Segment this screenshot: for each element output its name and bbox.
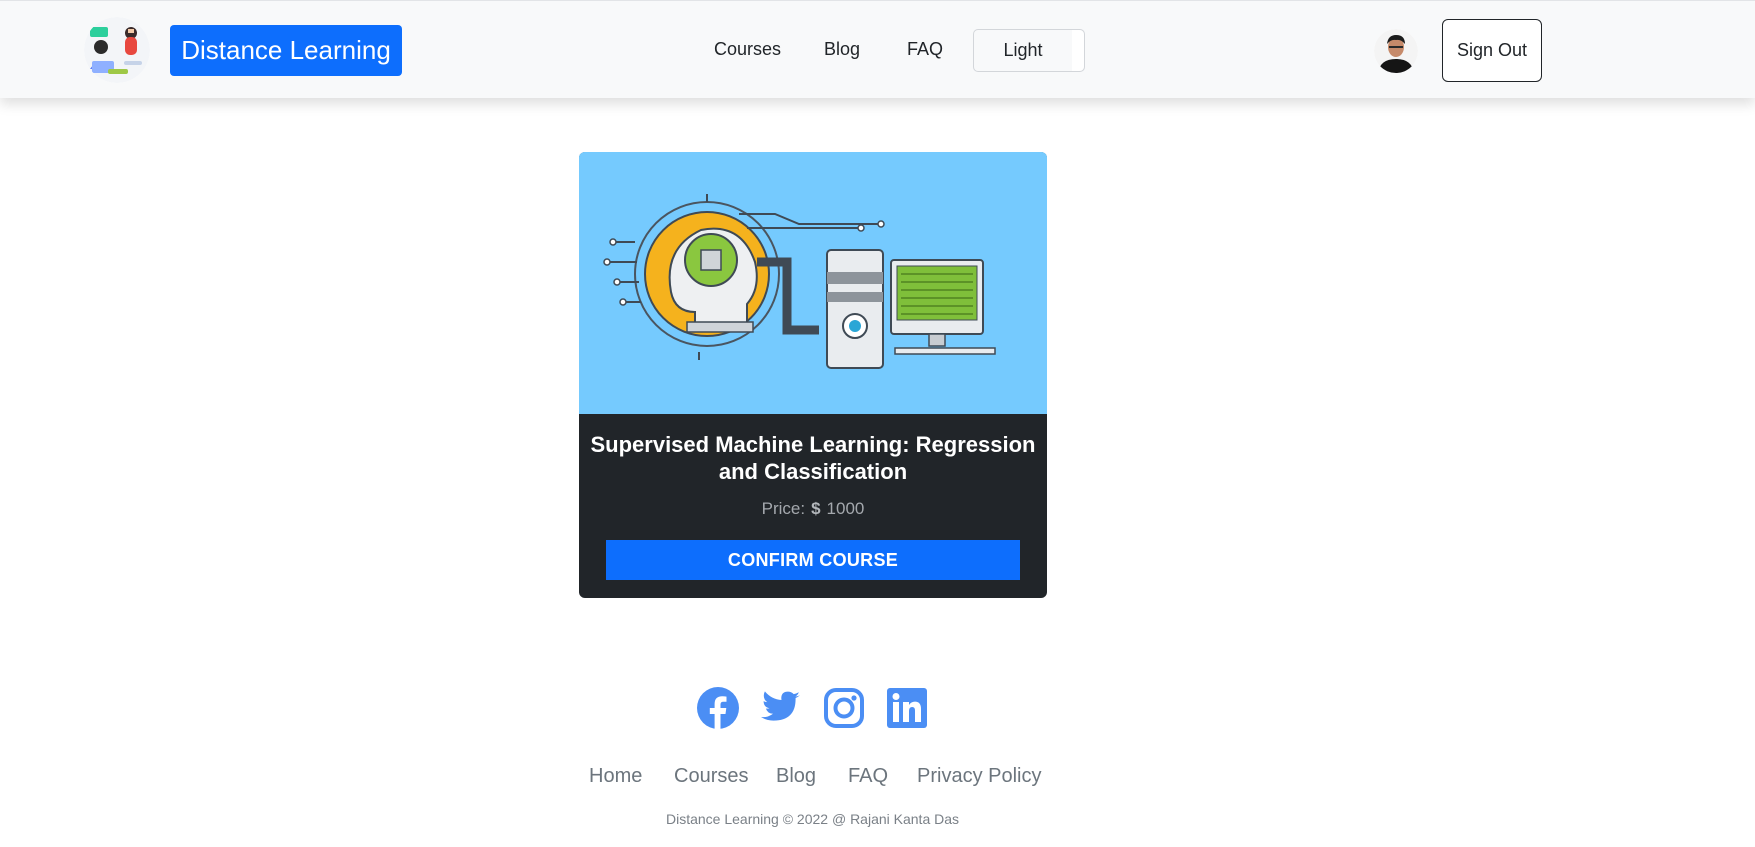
dollar-icon: $ xyxy=(811,499,821,518)
course-price: Price: $1000 xyxy=(579,498,1047,520)
course-title: Supervised Machine Learning: Regression … xyxy=(590,432,1036,484)
price-value: 1000 xyxy=(826,499,865,518)
footer-privacy-policy-link[interactable]: Privacy Policy xyxy=(917,764,1041,788)
brand-logo-icon[interactable] xyxy=(84,17,150,83)
footer-home-link[interactable]: Home xyxy=(589,764,642,788)
instagram-icon[interactable] xyxy=(822,686,866,730)
nav-courses-link[interactable]: Courses xyxy=(714,37,781,61)
footer-blog-link[interactable]: Blog xyxy=(776,764,816,788)
confirm-course-button[interactable]: CONFIRM COURSE xyxy=(606,540,1020,580)
nav-faq-link[interactable]: FAQ xyxy=(907,37,943,61)
price-label: Price: xyxy=(761,499,806,518)
footer-copyright: Distance Learning © 2022 @ Rajani Kanta … xyxy=(665,811,960,827)
user-avatar-icon[interactable] xyxy=(1374,29,1418,73)
course-card: Supervised Machine Learning: Regression … xyxy=(579,152,1047,598)
theme-toggle-button[interactable]: Light xyxy=(973,29,1085,72)
nav-blog-link[interactable]: Blog xyxy=(824,37,860,61)
facebook-icon[interactable] xyxy=(696,686,740,730)
twitter-icon[interactable] xyxy=(758,686,802,730)
sign-out-button[interactable]: Sign Out xyxy=(1442,19,1542,82)
linkedin-icon[interactable] xyxy=(885,686,929,730)
top-navbar: Distance Learning Courses Blog FAQ Light… xyxy=(0,0,1755,98)
footer-courses-link[interactable]: Courses xyxy=(674,764,748,788)
brand-title[interactable]: Distance Learning xyxy=(170,25,402,76)
footer-faq-link[interactable]: FAQ xyxy=(848,764,888,788)
machine-learning-illustration-icon xyxy=(579,152,1047,414)
theme-toggle-label: Light xyxy=(1003,40,1043,60)
